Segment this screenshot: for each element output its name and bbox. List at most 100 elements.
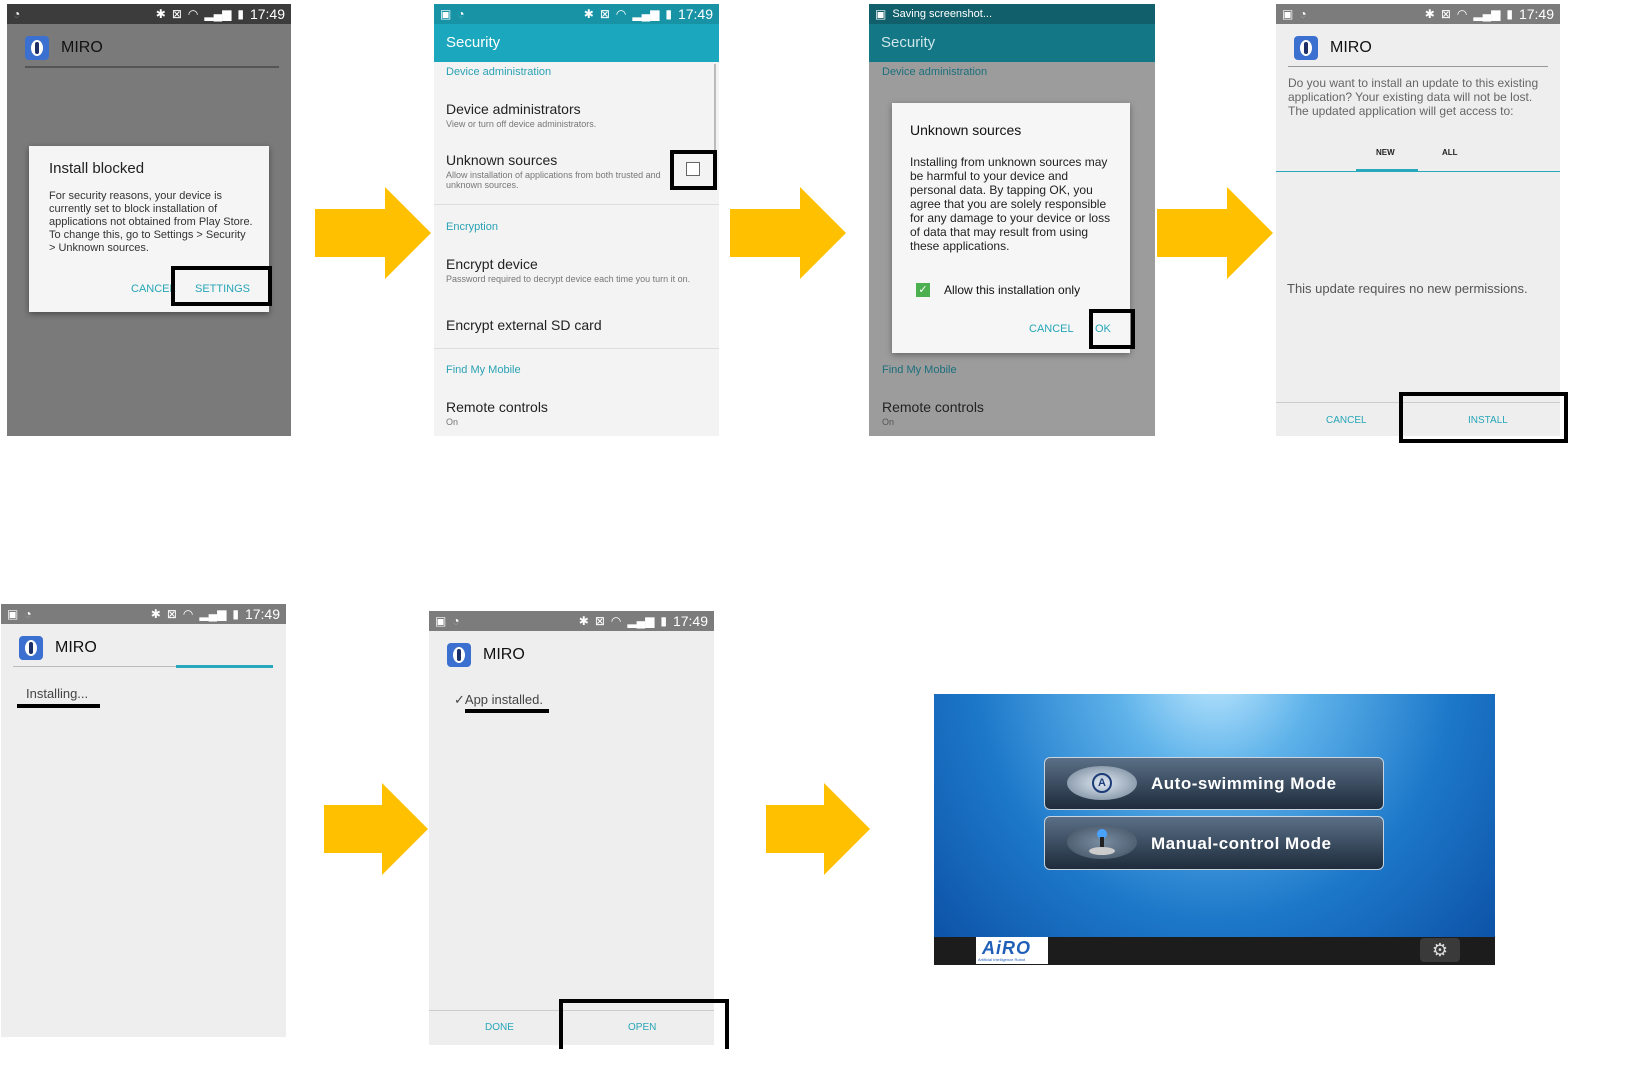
checkmark-icon: ✓ — [454, 692, 465, 707]
header-divider — [1288, 66, 1548, 67]
joystick-icon — [1067, 825, 1137, 859]
flow-arrow-right-icon — [730, 187, 846, 279]
app-header: MIRO — [19, 636, 97, 660]
tab-divider — [1276, 171, 1560, 172]
screen-install-blocked: ◔ ✱ ⊠ ◠ ▂▄▆ ▮ 17:49 MIRO Install blocked… — [7, 4, 291, 436]
list-item-device-administrators[interactable]: Device administrators View or turn off d… — [446, 101, 596, 129]
status-bar: ▣ ◔ ✱ ⊠ ◠ ▂▄▆ ▮ 17:49 — [434, 4, 719, 24]
wifi-icon: ◠ — [182, 607, 194, 621]
airo-logo: AiRO Artificial Intelligence Robot — [976, 937, 1048, 964]
bluetooth-icon: ✱ — [583, 7, 594, 21]
list-item-remote-controls[interactable]: Remote controls On — [446, 399, 548, 427]
mute-icon: ⊠ — [171, 7, 182, 21]
airo-logo-text: AiRO — [982, 938, 1031, 958]
cancel-button[interactable]: CANCEL — [1029, 323, 1074, 335]
wifi-icon: ◠ — [187, 7, 199, 21]
signal-icon: ▂▄▆ — [627, 614, 655, 628]
section-find-my-mobile: Find My Mobile — [882, 364, 957, 376]
screen-security-settings: ▣ ◔ ✱ ⊠ ◠ ▂▄▆ ▮ 17:49 Security Device adm… — [434, 4, 719, 436]
flow-arrow-right-icon — [324, 783, 428, 875]
list-item-subtitle: On — [446, 417, 459, 427]
manual-control-mode-button[interactable]: Manual-control Mode — [1044, 816, 1384, 870]
list-item-subtitle: On — [882, 417, 895, 427]
list-item-subtitle: Allow installation of applications from … — [446, 170, 661, 190]
dialog-body: For security reasons, your device is cur… — [49, 190, 253, 254]
status-text: Saving screenshot... — [892, 8, 993, 20]
status-bar: ▣ Saving screenshot... — [869, 4, 1155, 24]
list-item-unknown-sources[interactable]: Unknown sources Allow installation of ap… — [446, 152, 674, 190]
list-item-encrypt-sd-card[interactable]: Encrypt external SD card — [446, 317, 602, 333]
battery-icon: ▮ — [1506, 7, 1513, 21]
done-button[interactable]: DONE — [485, 1022, 514, 1033]
status-time: 17:49 — [677, 6, 713, 22]
wifi-icon: ◠ — [1456, 7, 1468, 21]
list-item-title: Encrypt device — [446, 256, 538, 272]
underline-app-installed — [465, 709, 549, 713]
screen-install-update: ▣ ◔ ✱ ⊠ ◠ ▂▄▆ ▮ 17:49 MIRO Do you want to… — [1276, 4, 1560, 436]
flow-arrow-right-icon — [315, 187, 431, 279]
page-title: Security — [446, 34, 501, 51]
miro-app-icon — [25, 36, 49, 60]
checkbox-label: Allow this installation only — [944, 283, 1081, 297]
screenshot-icon: ▣ — [7, 607, 19, 621]
tab-all[interactable]: ALL — [1442, 148, 1458, 157]
signal-icon: ▂▄▆ — [1473, 7, 1501, 21]
cancel-button[interactable]: CANCEL — [131, 283, 176, 295]
list-item-encrypt-device[interactable]: Encrypt device Password required to decr… — [446, 256, 706, 284]
progress-bar — [176, 665, 273, 668]
status-bar: ▣ ◔ ✱ ⊠ ◠ ▂▄▆ ▮ 17:49 — [1, 604, 286, 624]
notification-icon: ◔ — [457, 7, 465, 21]
app-name: MIRO — [483, 646, 525, 663]
scrollbar[interactable] — [714, 64, 716, 154]
miro-app-icon — [1294, 36, 1318, 60]
miro-app-icon — [19, 636, 43, 660]
auto-swimming-label: Auto-swimming Mode — [1151, 774, 1337, 793]
dialog-body: Installing from unknown sources may be h… — [910, 155, 1111, 253]
app-header: MIRO — [25, 36, 103, 60]
installed-status: ✓App installed. — [454, 692, 543, 708]
screen-unknown-sources-dialog: ▣ Saving screenshot... Security Device a… — [869, 4, 1155, 436]
section-find-my-mobile: Find My Mobile — [446, 364, 521, 376]
allow-installation-checkbox[interactable]: ✓ — [916, 283, 930, 297]
auto-swimming-mode-button[interactable]: A Auto-swimming Mode — [1044, 757, 1384, 810]
notification-icon: ◔ — [24, 607, 32, 621]
signal-icon: ▂▄▆ — [204, 7, 232, 21]
list-item-title: Unknown sources — [446, 152, 558, 168]
divider — [434, 204, 719, 205]
auto-swimming-icon: A — [1067, 766, 1137, 800]
app-bar: Security — [869, 24, 1155, 62]
battery-icon: ▮ — [665, 7, 672, 21]
screenshot-icon: ▣ — [875, 7, 887, 21]
screenshot-icon: ▣ — [435, 614, 447, 628]
miro-app-icon — [447, 643, 471, 667]
wifi-icon: ◠ — [610, 614, 622, 628]
flow-arrow-right-icon — [1157, 187, 1273, 279]
app-name: MIRO — [55, 639, 97, 656]
list-item-title: Remote controls — [882, 399, 984, 415]
status-bar: ▣ ◔ ✱ ⊠ ◠ ▂▄▆ ▮ 17:49 — [1276, 4, 1560, 24]
highlight-ok — [1089, 309, 1135, 349]
settings-gear-icon[interactable]: ⚙ — [1420, 938, 1460, 962]
list-item-title: Device administrators — [446, 101, 581, 117]
status-bar: ◔ ✱ ⊠ ◠ ▂▄▆ ▮ 17:49 — [7, 4, 291, 24]
app-header: MIRO — [447, 643, 525, 667]
screenshot-icon: ▣ — [440, 7, 452, 21]
tab-new[interactable]: NEW — [1376, 148, 1395, 157]
app-header: MIRO — [1294, 36, 1372, 60]
highlight-settings — [171, 266, 272, 306]
page-title: Security — [881, 34, 936, 51]
highlight-install — [1399, 392, 1568, 443]
list-item-title: Remote controls — [446, 399, 548, 415]
cancel-button[interactable]: CANCEL — [1326, 415, 1367, 426]
list-item-subtitle: View or turn off device administrators. — [446, 119, 597, 129]
bluetooth-icon: ✱ — [578, 614, 589, 628]
divider — [434, 348, 719, 349]
underline-installing — [17, 704, 100, 708]
battery-icon: ▮ — [660, 614, 667, 628]
highlight-open — [559, 999, 729, 1049]
app-name: MIRO — [1330, 39, 1372, 56]
dialog-title: Install blocked — [49, 160, 145, 177]
header-divider — [25, 66, 279, 68]
list-item-subtitle: Password required to decrypt device each… — [446, 274, 691, 284]
highlight-unknown-sources-checkbox — [670, 150, 717, 190]
